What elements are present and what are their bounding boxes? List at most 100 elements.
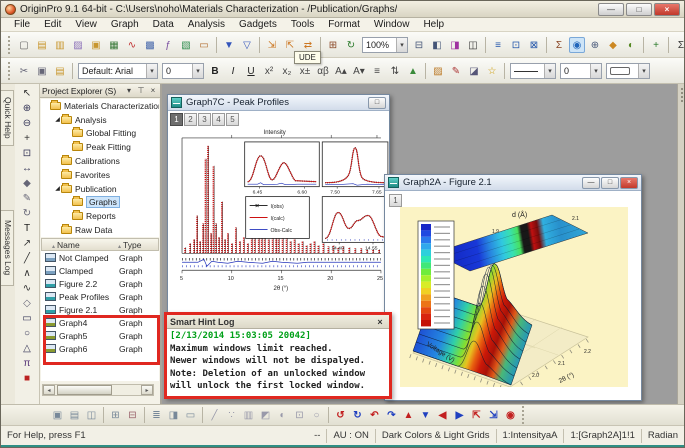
menu-gadgets[interactable]: Gadgets: [232, 19, 284, 30]
close-icon[interactable]: ×: [374, 317, 386, 327]
menu-analysis[interactable]: Analysis: [181, 19, 232, 30]
save-project-icon[interactable]: ▼: [221, 37, 237, 53]
subsuperscript-icon[interactable]: x±: [297, 63, 313, 79]
panel-menu-icon[interactable]: ▾: [124, 86, 134, 95]
align-icon[interactable]: ≡: [369, 63, 385, 79]
sum-icon[interactable]: Σ: [673, 37, 684, 53]
close-icon[interactable]: ×: [148, 86, 158, 95]
child-restore-button[interactable]: □: [601, 176, 619, 189]
child-close-button[interactable]: ×: [620, 176, 638, 189]
chevron-down-icon[interactable]: ▾: [638, 63, 649, 78]
flash-icon[interactable]: ☆: [484, 63, 500, 79]
column-plot-icon[interactable]: ▥: [241, 408, 256, 423]
tree-item-raw-data[interactable]: Raw Data: [41, 223, 159, 237]
status-seg-theme[interactable]: Dark Colors & Light Grids: [374, 428, 496, 443]
data-selector-icon[interactable]: ↔: [20, 161, 35, 176]
subscript-icon[interactable]: x₂: [279, 63, 295, 79]
rotate-tool-icon[interactable]: ↻: [20, 206, 35, 221]
child-minimize-button[interactable]: —: [582, 176, 600, 189]
import-wizard-icon[interactable]: ▨: [70, 37, 86, 53]
status-seg-au[interactable]: AU : ON: [326, 428, 374, 443]
quick-help-tab[interactable]: Quick Help: [1, 90, 14, 146]
rotate-ccw-icon[interactable]: ↺: [333, 408, 348, 423]
refresh-icon[interactable]: ↻: [343, 37, 359, 53]
pan-left-icon[interactable]: ◀: [435, 408, 450, 423]
open-excel-icon[interactable]: ▧: [178, 37, 194, 53]
list-item-figure-2-2[interactable]: Figure 2.2 Graph: [41, 277, 159, 290]
image-mode-icon[interactable]: ◨: [447, 37, 463, 53]
layer-tab-5[interactable]: 5: [226, 113, 239, 126]
menu-file[interactable]: File: [7, 19, 37, 30]
layer-arrange-icon[interactable]: ◨: [166, 408, 181, 423]
tree-item-reports[interactable]: Reports: [41, 209, 159, 223]
fill-color-icon[interactable]: ▨: [430, 63, 446, 79]
rotate-cw-icon[interactable]: ↻: [350, 408, 365, 423]
new-project-icon[interactable]: ▢: [16, 37, 32, 53]
theme-icon[interactable]: ◐: [623, 37, 639, 53]
chevron-down-icon[interactable]: ▾: [590, 63, 601, 78]
screen-reader-icon[interactable]: +: [20, 131, 35, 146]
menu-window[interactable]: Window: [367, 19, 417, 30]
child-minimize-button[interactable]: □: [368, 96, 386, 109]
cut-icon[interactable]: ✂: [16, 63, 32, 79]
duplicate-window-icon[interactable]: ⊞: [325, 37, 341, 53]
graph2a-window[interactable]: Graph2A - Figure 2.1 — □ × 1 d (Å) 1.9 2…: [384, 174, 642, 401]
line-color-icon[interactable]: ✎: [448, 63, 464, 79]
arrow-annotation-icon[interactable]: ▲: [405, 63, 421, 79]
layer-tab-3[interactable]: 3: [198, 113, 211, 126]
chevron-down-icon[interactable]: ▾: [192, 63, 203, 78]
code-builder-icon[interactable]: Σ: [551, 37, 567, 53]
close-button[interactable]: ×: [654, 2, 680, 16]
shrink-icon[interactable]: ⇲: [486, 408, 501, 423]
view-windows-icon[interactable]: ◧: [429, 37, 445, 53]
layer-tab-2[interactable]: 2: [184, 113, 197, 126]
superscript-icon[interactable]: x²: [261, 63, 277, 79]
insert-object-icon[interactable]: ■: [20, 371, 35, 386]
vertical-text-icon[interactable]: ⇅: [387, 63, 403, 79]
smart-hint-log-titlebar[interactable]: Smart Hint Log ×: [167, 315, 389, 329]
chevron-down-icon[interactable]: ▾: [544, 63, 555, 78]
reset-rotation-icon[interactable]: ◉: [503, 408, 518, 423]
zoom-in-tool-icon[interactable]: ⊕: [20, 101, 35, 116]
menu-help[interactable]: Help: [416, 19, 451, 30]
pan-tool-icon[interactable]: ◇: [20, 296, 35, 311]
right-dock-strip[interactable]: [677, 84, 684, 404]
split-icon[interactable]: ⊟: [125, 408, 140, 423]
layer-tab-4[interactable]: 4: [212, 113, 225, 126]
project-explorer-header[interactable]: Project Explorer (S) ▾ ⊤ ×: [40, 84, 160, 98]
toolbar-grip[interactable]: [522, 406, 526, 424]
list-item-clamped[interactable]: Clamped Graph: [41, 264, 159, 277]
new-folder-icon[interactable]: ▣: [88, 37, 104, 53]
tree-item-global-fitting[interactable]: Global Fitting: [41, 127, 159, 141]
italic-icon[interactable]: I: [225, 63, 241, 79]
area-plot-icon[interactable]: ◩: [258, 408, 273, 423]
menu-edit[interactable]: Edit: [37, 19, 68, 30]
line-width-combo[interactable]: 0 ▾: [560, 62, 602, 79]
tree-item-materials-characterization[interactable]: Materials Characterization: [41, 99, 159, 113]
template-plot-icon[interactable]: ⊡: [292, 408, 307, 423]
layer-tab-1[interactable]: 1: [170, 113, 183, 126]
freehand-tool-icon[interactable]: ∿: [20, 281, 35, 296]
open-icon[interactable]: ▤: [34, 37, 50, 53]
new-function-icon[interactable]: ƒ: [160, 37, 176, 53]
merge-icon[interactable]: ▭: [183, 408, 198, 423]
surface-3d-plot[interactable]: d (Å) 1.9 2.0 2.1: [399, 207, 629, 387]
list-item-not-clamped[interactable]: Not Clamped Graph: [41, 251, 159, 264]
tile-icon[interactable]: ◫: [84, 408, 99, 423]
menu-view[interactable]: View: [68, 19, 104, 30]
underline-icon[interactable]: U: [243, 63, 259, 79]
tree-item-analysis[interactable]: ◢ Analysis: [41, 113, 159, 127]
copy-icon[interactable]: ▣: [34, 63, 50, 79]
column-name[interactable]: Name: [57, 240, 80, 250]
tilt-down-icon[interactable]: ▼: [418, 408, 433, 423]
graph7c-titlebar[interactable]: Graph7C - Peak Profiles □: [168, 95, 389, 111]
minimize-button[interactable]: —: [598, 2, 624, 16]
import-ascii-icon[interactable]: ⇲: [264, 37, 280, 53]
command-window-icon[interactable]: ⊡: [508, 37, 524, 53]
peak-profiles-plot[interactable]: Intensity 5 10 15 20 25 2θ (°) 6.45 6.60…: [168, 126, 389, 312]
line-plot-icon[interactable]: ╱: [207, 408, 222, 423]
new-window-icon[interactable]: ▣: [50, 408, 65, 423]
messages-log-tab[interactable]: Messages Log: [1, 210, 14, 286]
tilt-left-icon[interactable]: ↶: [367, 408, 382, 423]
line-tool-icon[interactable]: ╱: [20, 251, 35, 266]
